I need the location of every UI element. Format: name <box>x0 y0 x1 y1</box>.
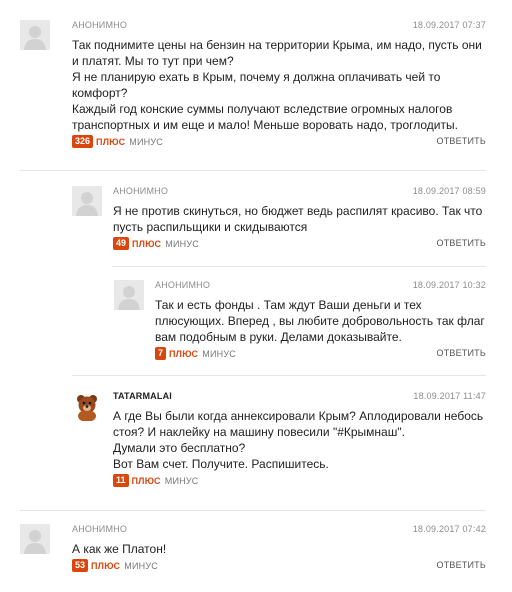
comment-text: А как же Платон! <box>72 542 167 556</box>
divider <box>20 170 486 171</box>
comment-actions: 53 ПЛЮС МИНУС ОТВЕТИТЬ <box>72 559 486 575</box>
comment-date: 18.09.2017 08:59 <box>412 186 486 196</box>
comment-meta: АНОНИМНО 18.09.2017 07:42 <box>72 524 486 538</box>
reply-button[interactable]: ОТВЕТИТЬ <box>437 348 486 358</box>
divider <box>72 375 486 376</box>
comment-actions: 11 ПЛЮС МИНУС <box>113 474 486 490</box>
comment-meta: TATARMALAI 18.09.2017 11:47 <box>113 391 486 405</box>
comment-meta: АНОНИМНО 18.09.2017 07:37 <box>72 20 486 34</box>
comment-date: 18.09.2017 07:42 <box>412 524 486 534</box>
comment-actions: 49 ПЛЮС МИНУС ОТВЕТИТЬ <box>113 237 486 253</box>
avatar <box>114 280 144 310</box>
comment: АНОНИМНО 18.09.2017 07:37 Так поднимите … <box>20 20 486 160</box>
comment: АНОНИМНО 18.09.2017 07:42 А как же Плато… <box>20 524 486 579</box>
comment: TATARMALAI 18.09.2017 11:47 А где Вы был… <box>72 391 486 501</box>
avatar <box>20 524 50 554</box>
comment-text: Так и есть фонды . Там ждут Ваши деньги … <box>155 298 485 344</box>
anonymous-avatar-icon <box>72 186 102 216</box>
comment-body: АНОНИМНО 18.09.2017 07:42 А как же Плато… <box>72 524 486 575</box>
comment-date: 18.09.2017 11:47 <box>413 391 486 401</box>
reply-button[interactable]: ОТВЕТИТЬ <box>437 136 486 146</box>
comment-text: Я не против скинуться, но бюджет ведь ра… <box>113 204 483 234</box>
comment-author: АНОНИМНО <box>155 280 211 290</box>
comment-author: TATARMALAI <box>113 391 172 401</box>
reply-button[interactable]: ОТВЕТИТЬ <box>437 560 486 570</box>
comment-text: Так поднимите цены на бензин на территор… <box>72 38 482 132</box>
vote-count-badge: 49 <box>113 237 130 250</box>
comment-body: TATARMALAI 18.09.2017 11:47 А где Вы был… <box>113 391 486 490</box>
avatar <box>20 20 50 50</box>
plus-button[interactable]: ПЛЮС <box>169 349 198 359</box>
avatar <box>72 186 102 216</box>
comment-actions: 326 ПЛЮС МИНУС ОТВЕТИТЬ <box>72 135 486 151</box>
bear-avatar-icon <box>72 391 102 421</box>
comment-meta: АНОНИМНО 18.09.2017 08:59 <box>113 186 486 200</box>
comment-text: А где Вы были когда аннексировали Крым? … <box>113 409 484 471</box>
vote-count-badge: 326 <box>72 135 94 148</box>
comment-body: АНОНИМНО 18.09.2017 10:32 Так и есть фон… <box>155 280 486 363</box>
divider <box>20 510 486 511</box>
anonymous-avatar-icon <box>114 280 144 310</box>
vote-count-badge: 11 <box>113 474 129 487</box>
reply-button[interactable]: ОТВЕТИТЬ <box>437 238 486 248</box>
comment: АНОНИМНО 18.09.2017 08:59 Я не против ск… <box>72 186 486 256</box>
comment-date: 18.09.2017 10:32 <box>412 280 486 290</box>
plus-button[interactable]: ПЛЮС <box>132 476 161 486</box>
avatar <box>72 391 102 421</box>
comment-actions: 7 ПЛЮС МИНУС ОТВЕТИТЬ <box>155 347 486 363</box>
comment-author: АНОНИМНО <box>72 20 128 30</box>
anonymous-avatar-icon <box>20 524 50 554</box>
comment: АНОНИМНО 18.09.2017 10:32 Так и есть фон… <box>114 280 486 365</box>
vote-count-badge: 7 <box>155 347 167 360</box>
comment-body: АНОНИМНО 18.09.2017 07:37 Так поднимите … <box>72 20 486 151</box>
minus-button[interactable]: МИНУС <box>165 239 199 249</box>
vote-count-badge: 53 <box>72 559 89 572</box>
minus-button[interactable]: МИНУС <box>124 561 158 571</box>
comment-meta: АНОНИМНО 18.09.2017 10:32 <box>155 280 486 294</box>
plus-button[interactable]: ПЛЮС <box>91 561 120 571</box>
anonymous-avatar-icon <box>20 20 50 50</box>
comment-date: 18.09.2017 07:37 <box>412 20 486 30</box>
plus-button[interactable]: ПЛЮС <box>132 239 161 249</box>
comment-author: АНОНИМНО <box>72 524 128 534</box>
comment-author: АНОНИМНО <box>113 186 169 196</box>
minus-button[interactable]: МИНУС <box>129 137 163 147</box>
minus-button[interactable]: МИНУС <box>165 476 199 486</box>
plus-button[interactable]: ПЛЮС <box>96 137 125 147</box>
divider <box>112 266 486 267</box>
minus-button[interactable]: МИНУС <box>202 349 236 359</box>
comment-body: АНОНИМНО 18.09.2017 08:59 Я не против ск… <box>113 186 486 253</box>
